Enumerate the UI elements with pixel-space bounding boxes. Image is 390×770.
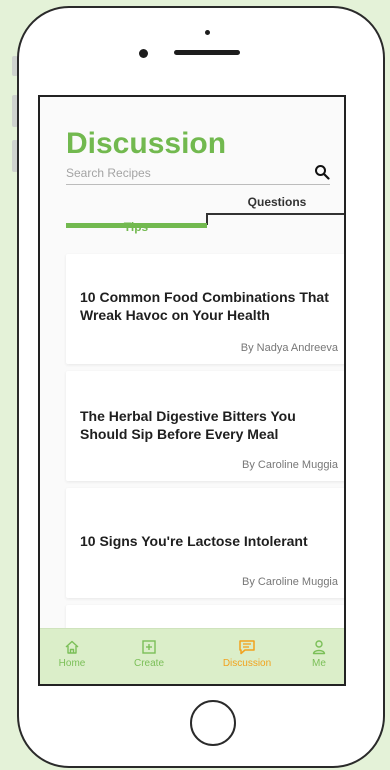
nav-create[interactable]: Create — [119, 639, 179, 669]
article-card[interactable]: The Herbal Digestive Bitters You Should … — [66, 371, 344, 481]
article-author: By Caroline Muggia — [242, 576, 338, 588]
tab-tips-indicator — [66, 223, 207, 228]
home-button[interactable] — [190, 700, 236, 746]
plus-square-icon — [142, 640, 156, 654]
app-screen: Discussion Questions Tips 10 Common Food… — [38, 95, 346, 686]
person-icon — [312, 640, 326, 655]
article-author: By Nadya Andreeva — [240, 342, 338, 354]
article-title: 10 Common Food Combinations That Wreak H… — [80, 289, 329, 323]
article-card[interactable]: 10 Signs You're Lactose Intolerant By Ca… — [66, 488, 344, 598]
nav-discussion[interactable]: Discussion — [217, 639, 277, 669]
bottom-nav: Home Create Discussion Me — [40, 628, 344, 684]
search-icon[interactable] — [314, 164, 330, 180]
article-title: 10 Signs You're Lactose Intolerant — [80, 533, 308, 549]
nav-home-label: Home — [58, 658, 86, 669]
front-camera — [139, 49, 148, 58]
tab-questions-underline — [206, 213, 344, 215]
nav-create-label: Create — [133, 658, 164, 669]
article-title: The Herbal Digestive Bitters You Should … — [80, 408, 296, 442]
nav-home[interactable]: Home — [42, 639, 102, 669]
search-input[interactable] — [66, 166, 306, 180]
nav-discussion-label: Discussion — [222, 658, 272, 669]
article-card[interactable]: 10 Common Food Combinations That Wreak H… — [66, 254, 344, 364]
home-icon — [65, 640, 79, 654]
nav-me[interactable]: Me — [289, 639, 344, 669]
chat-bubble-icon — [239, 640, 255, 655]
page-title: Discussion — [66, 127, 227, 160]
sensor-dot — [205, 30, 210, 35]
search-bar — [66, 164, 330, 185]
article-author: By Caroline Muggia — [242, 459, 338, 471]
earpiece-speaker — [174, 50, 240, 55]
nav-me-label: Me — [312, 658, 326, 669]
tab-questions[interactable]: Questions — [206, 195, 344, 209]
